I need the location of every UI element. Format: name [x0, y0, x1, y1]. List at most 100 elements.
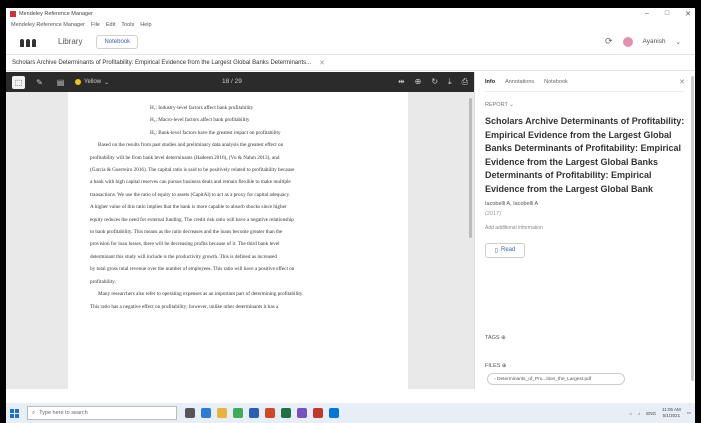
page-indicator[interactable]: 18 / 29	[222, 78, 242, 85]
window-title: Mendeley Reference Manager	[19, 11, 93, 17]
body-line: Many researchers also refer to operating…	[98, 291, 304, 298]
pdf-viewer: ⬚ ✎ ▤ Yellow ⌄ 18 / 29 ⇹ ⊕ ↻ ⤓ ⎙ H₁: Ind…	[6, 72, 474, 389]
highlight-color-picker[interactable]: Yellow ⌄	[75, 79, 109, 86]
yellow-swatch-icon	[75, 79, 81, 85]
pdf-toolbar: ⬚ ✎ ▤ Yellow ⌄ 18 / 29 ⇹ ⊕ ↻ ⤓ ⎙	[6, 72, 474, 92]
body-line: equity reduces the need for external fun…	[90, 216, 294, 223]
notifications-icon[interactable]: ▭	[687, 410, 691, 416]
pdf-page[interactable]: H₁: Industry-level factors affect bank p…	[68, 92, 408, 389]
teams-icon[interactable]	[297, 408, 307, 418]
hypothesis-line: H₃: Bank-level factors have the greatest…	[150, 129, 281, 136]
taskbar-search-placeholder: Type here to search	[39, 410, 88, 416]
body-line: provision for loan losses, there will be…	[90, 241, 280, 248]
header-right: ⟳ Ayanish ⌄	[605, 36, 681, 47]
avatar[interactable]	[622, 36, 633, 47]
tab-info[interactable]: Info	[485, 79, 495, 85]
document-year[interactable]: (2017)	[485, 211, 685, 217]
body-line: to bank profitability. This means as the…	[90, 229, 283, 236]
maximize-button[interactable]: □	[665, 10, 669, 18]
excel-icon[interactable]	[281, 408, 291, 418]
body-line: by total gross total revenue over the nu…	[90, 266, 295, 273]
app-window: Mendeley Reference Manager – □ ✕ Mendele…	[6, 8, 695, 403]
close-tab-icon[interactable]: ✕	[319, 59, 325, 67]
search-icon: ⌕	[32, 409, 36, 416]
menu-item-app[interactable]: Mendeley Reference Manager	[11, 22, 85, 28]
sync-icon[interactable]: ⟳	[605, 36, 613, 47]
menu-item-edit[interactable]: Edit	[106, 22, 115, 28]
close-window-button[interactable]: ✕	[685, 10, 691, 18]
fit-width-icon[interactable]: ⇹	[398, 77, 405, 87]
tab-annotations[interactable]: Annotations	[505, 79, 534, 85]
tags-section[interactable]: TAGS ⊕	[485, 335, 506, 341]
close-panel-icon[interactable]: ✕	[679, 78, 685, 86]
select-tool-icon[interactable]: ⬚	[12, 75, 25, 89]
volume-icon[interactable]: ♪	[638, 411, 640, 416]
document-title[interactable]: Scholars Archive Determinants of Profita…	[485, 115, 685, 197]
body-line: profitability will be from bank level de…	[90, 154, 280, 161]
pdf-scrollbar[interactable]	[469, 98, 472, 238]
body-line: A higher value of this ratio implies tha…	[90, 204, 287, 211]
body-line: determinant this study will include is t…	[90, 253, 277, 260]
app-icon	[10, 11, 16, 17]
windows-start-icon[interactable]	[10, 408, 19, 418]
language-indicator[interactable]: ENG	[646, 411, 656, 416]
user-name[interactable]: Ayanish	[643, 38, 666, 45]
file-chip[interactable]: ▫ Determinants_of_Pro...ition_the_Larges…	[487, 373, 625, 385]
add-info-link[interactable]: Add additional information	[485, 225, 685, 231]
mendeley-taskbar-icon[interactable]	[313, 408, 323, 418]
print-icon[interactable]: ⎙	[462, 77, 468, 87]
document-tab-row: Scholars Archive Determinants of Profita…	[6, 55, 695, 71]
pen-icon[interactable]: ✎	[33, 76, 46, 89]
edge-icon[interactable]	[201, 408, 211, 418]
body-line: This ratio has a negative effect on prof…	[90, 303, 279, 310]
menu-item-file[interactable]: File	[91, 22, 100, 28]
menu-item-tools[interactable]: Tools	[121, 22, 134, 28]
body-line: Based on the results from past studies a…	[98, 142, 284, 149]
info-scrollbar[interactable]	[691, 76, 694, 381]
library-link[interactable]: Library	[58, 37, 82, 46]
minimize-button[interactable]: –	[645, 10, 649, 18]
clock[interactable]: 11:05 AM 5/1/2021	[662, 407, 681, 419]
network-icon[interactable]: ⌂	[629, 411, 632, 416]
title-bar: Mendeley Reference Manager – □ ✕	[6, 8, 695, 20]
system-tray: ⌂ ♪ ENG 11:05 AM 5/1/2021 ▭	[629, 407, 691, 419]
file-explorer-icon[interactable]	[217, 408, 227, 418]
file-name: Determinants_of_Pro...ition_the_Largest.…	[497, 376, 592, 382]
main-content: ⬚ ✎ ▤ Yellow ⌄ 18 / 29 ⇹ ⊕ ↻ ⤓ ⎙ H₁: Ind…	[6, 72, 695, 389]
powerpoint-icon[interactable]	[265, 408, 275, 418]
zoom-icon[interactable]: ⊕	[415, 77, 422, 87]
mail-icon[interactable]	[329, 408, 339, 418]
download-icon[interactable]: ⤓	[448, 77, 452, 87]
book-icon: ▯	[494, 247, 498, 254]
note-icon[interactable]: ▤	[54, 76, 67, 89]
windows-taskbar: ⌕ Type here to search ⌂ ♪ ENG 11:05 AM 5…	[6, 403, 695, 423]
hypothesis-line: H₁: Industry-level factors affect bank p…	[150, 105, 254, 111]
rotate-icon[interactable]: ↻	[431, 77, 438, 87]
document-tab[interactable]: Scholars Archive Determinants of Profita…	[12, 60, 311, 66]
files-section[interactable]: FILES ⊕	[485, 363, 506, 369]
word-icon[interactable]	[249, 408, 259, 418]
taskbar-search[interactable]: ⌕ Type here to search	[27, 406, 177, 420]
chevron-down-icon[interactable]: ⌄	[676, 38, 681, 46]
taskbar-apps	[185, 408, 339, 418]
info-tabs: Info Annotations Notebook ✕	[485, 72, 685, 92]
read-label: Read	[500, 247, 516, 254]
notebook-button[interactable]: Notebook	[96, 34, 139, 49]
body-line: profitability.	[90, 278, 116, 285]
viewer-actions: ⇹ ⊕ ↻ ⤓ ⎙	[398, 77, 468, 87]
chevron-down-icon: ⌄	[104, 79, 110, 86]
mendeley-logo-icon	[20, 37, 36, 47]
menu-item-help[interactable]: Help	[140, 22, 151, 28]
app-header: Library Notebook ⟳ Ayanish ⌄	[6, 29, 695, 55]
body-line: (Garcia & Guerreiro 2016). The capital r…	[90, 167, 295, 174]
document-type[interactable]: REPORT ⌄	[485, 102, 685, 108]
read-button[interactable]: ▯ Read	[485, 242, 525, 258]
tab-notebook[interactable]: Notebook	[544, 79, 568, 85]
chrome-icon[interactable]	[233, 408, 243, 418]
info-panel: Info Annotations Notebook ✕ REPORT ⌄ Sch…	[474, 72, 695, 389]
window-controls: – □ ✕	[645, 10, 691, 18]
hypothesis-line: H₂: Macro-level factors affect bank prof…	[150, 117, 250, 124]
document-authors[interactable]: Iacobelli A, Iacobelli A	[485, 201, 685, 207]
task-view-icon[interactable]	[185, 408, 195, 418]
highlight-color-label: Yellow	[84, 79, 102, 85]
